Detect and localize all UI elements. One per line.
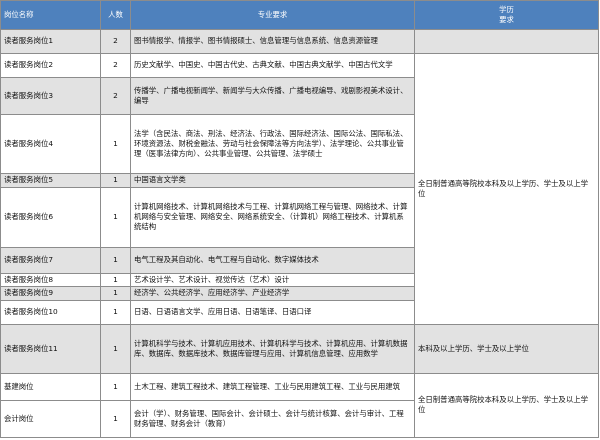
header-major: 专业要求 <box>130 0 415 30</box>
major-cell: 传播学、广播电视新闻学、新闻学与大众传播、广播电视编导、戏剧影视美术设计、编导 <box>130 76 415 115</box>
position-cell: 读者服务岗位2 <box>0 52 101 78</box>
major-cell: 图书情报学、情报学、图书情报硕士、信息管理与信息系统、信息资源管理 <box>130 29 415 54</box>
position-cell: 读者服务岗位6 <box>0 186 101 248</box>
count-cell: 1 <box>100 172 131 188</box>
major-cell: 艺术设计学、艺术设计、视觉传达（艺术）设计 <box>130 272 415 287</box>
education-cell-group-b: 本科及以上学历、学士及以上学位 <box>414 323 599 374</box>
education-cell-group-c: 全日制普通高等院校本科及以上学历、学士及以上学位 <box>414 372 599 439</box>
position-cell: 读者服务岗位4 <box>0 113 101 174</box>
major-cell: 日语、日语语言文学、应用日语、日语笔译、日语口译 <box>130 299 415 325</box>
count-cell: 1 <box>100 246 131 274</box>
count-cell: 1 <box>100 323 131 374</box>
position-cell: 读者服务岗位10 <box>0 299 101 325</box>
major-cell: 会计（学）、财务管理、国际会计、会计硕士、会计与统计核算、会计与审计、工程财务管… <box>130 399 415 439</box>
recruitment-table: 岗位名称 人数 专业要求 学历 要求 读者服务岗位1 2 图书情报学、情报学、图… <box>0 0 599 439</box>
major-cell: 计算机网络技术、计算机网络技术与工程、计算机网络工程与管理、网络技术、计算机网络… <box>130 186 415 248</box>
count-cell: 2 <box>100 52 131 78</box>
table-row: 读者服务岗位1 2 图书情报学、情报学、图书情报硕士、信息管理与信息系统、信息资… <box>0 29 599 54</box>
major-cell: 法学（含民法、商法、刑法、经济法、行政法、国际经济法、国际公法、国际私法、环境资… <box>130 113 415 174</box>
count-cell: 2 <box>100 76 131 115</box>
header-position: 岗位名称 <box>0 0 101 30</box>
major-cell: 计算机科学与技术、计算机应用技术、计算机科学与技术、计算机应用、计算机数据库、数… <box>130 323 415 374</box>
header-count: 人数 <box>100 0 131 30</box>
count-cell: 1 <box>100 399 131 439</box>
count-cell: 1 <box>100 372 131 401</box>
position-cell: 读者服务岗位11 <box>0 323 101 374</box>
header-education-line1: 学历 <box>499 5 514 14</box>
education-cell-group-a: 全日制普通高等院校本科及以上学历、学士及以上学位 <box>414 52 599 325</box>
position-cell: 读者服务岗位3 <box>0 76 101 115</box>
count-cell: 1 <box>100 299 131 325</box>
major-cell: 电气工程及其自动化、电气工程与自动化、数字媒体技术 <box>130 246 415 274</box>
header-row: 岗位名称 人数 专业要求 学历 要求 <box>0 0 599 30</box>
position-cell: 基建岗位 <box>0 372 101 401</box>
position-cell: 读者服务岗位9 <box>0 285 101 301</box>
position-cell: 读者服务岗位5 <box>0 172 101 188</box>
major-cell: 中国语言文学类 <box>130 172 415 188</box>
table-row: 读者服务岗位11 1 计算机科学与技术、计算机应用技术、计算机科学与技术、计算机… <box>0 323 599 374</box>
position-cell: 读者服务岗位1 <box>0 29 101 54</box>
position-cell: 会计岗位 <box>0 399 101 439</box>
count-cell: 2 <box>100 29 131 54</box>
education-cell-top <box>414 29 599 54</box>
count-cell: 1 <box>100 186 131 248</box>
position-cell: 读者服务岗位8 <box>0 272 101 287</box>
major-cell: 土木工程、建筑工程技术、建筑工程管理、工业与民用建筑工程、工业与民用建筑 <box>130 372 415 401</box>
count-cell: 1 <box>100 272 131 287</box>
count-cell: 1 <box>100 113 131 174</box>
count-cell: 1 <box>100 285 131 301</box>
table-row: 基建岗位 1 土木工程、建筑工程技术、建筑工程管理、工业与民用建筑工程、工业与民… <box>0 372 599 439</box>
major-cell: 经济学、公共经济学、应用经济学、产业经济学 <box>130 285 415 301</box>
position-cell: 读者服务岗位7 <box>0 246 101 274</box>
table-row: 读者服务岗位2 2 历史文献学、中国史、中国古代史、古典文献、中国古典文献学、中… <box>0 52 599 325</box>
major-cell: 历史文献学、中国史、中国古代史、古典文献、中国古典文献学、中国古代文学 <box>130 52 415 78</box>
header-education-line2: 要求 <box>499 15 514 24</box>
header-education: 学历 要求 <box>414 0 599 30</box>
